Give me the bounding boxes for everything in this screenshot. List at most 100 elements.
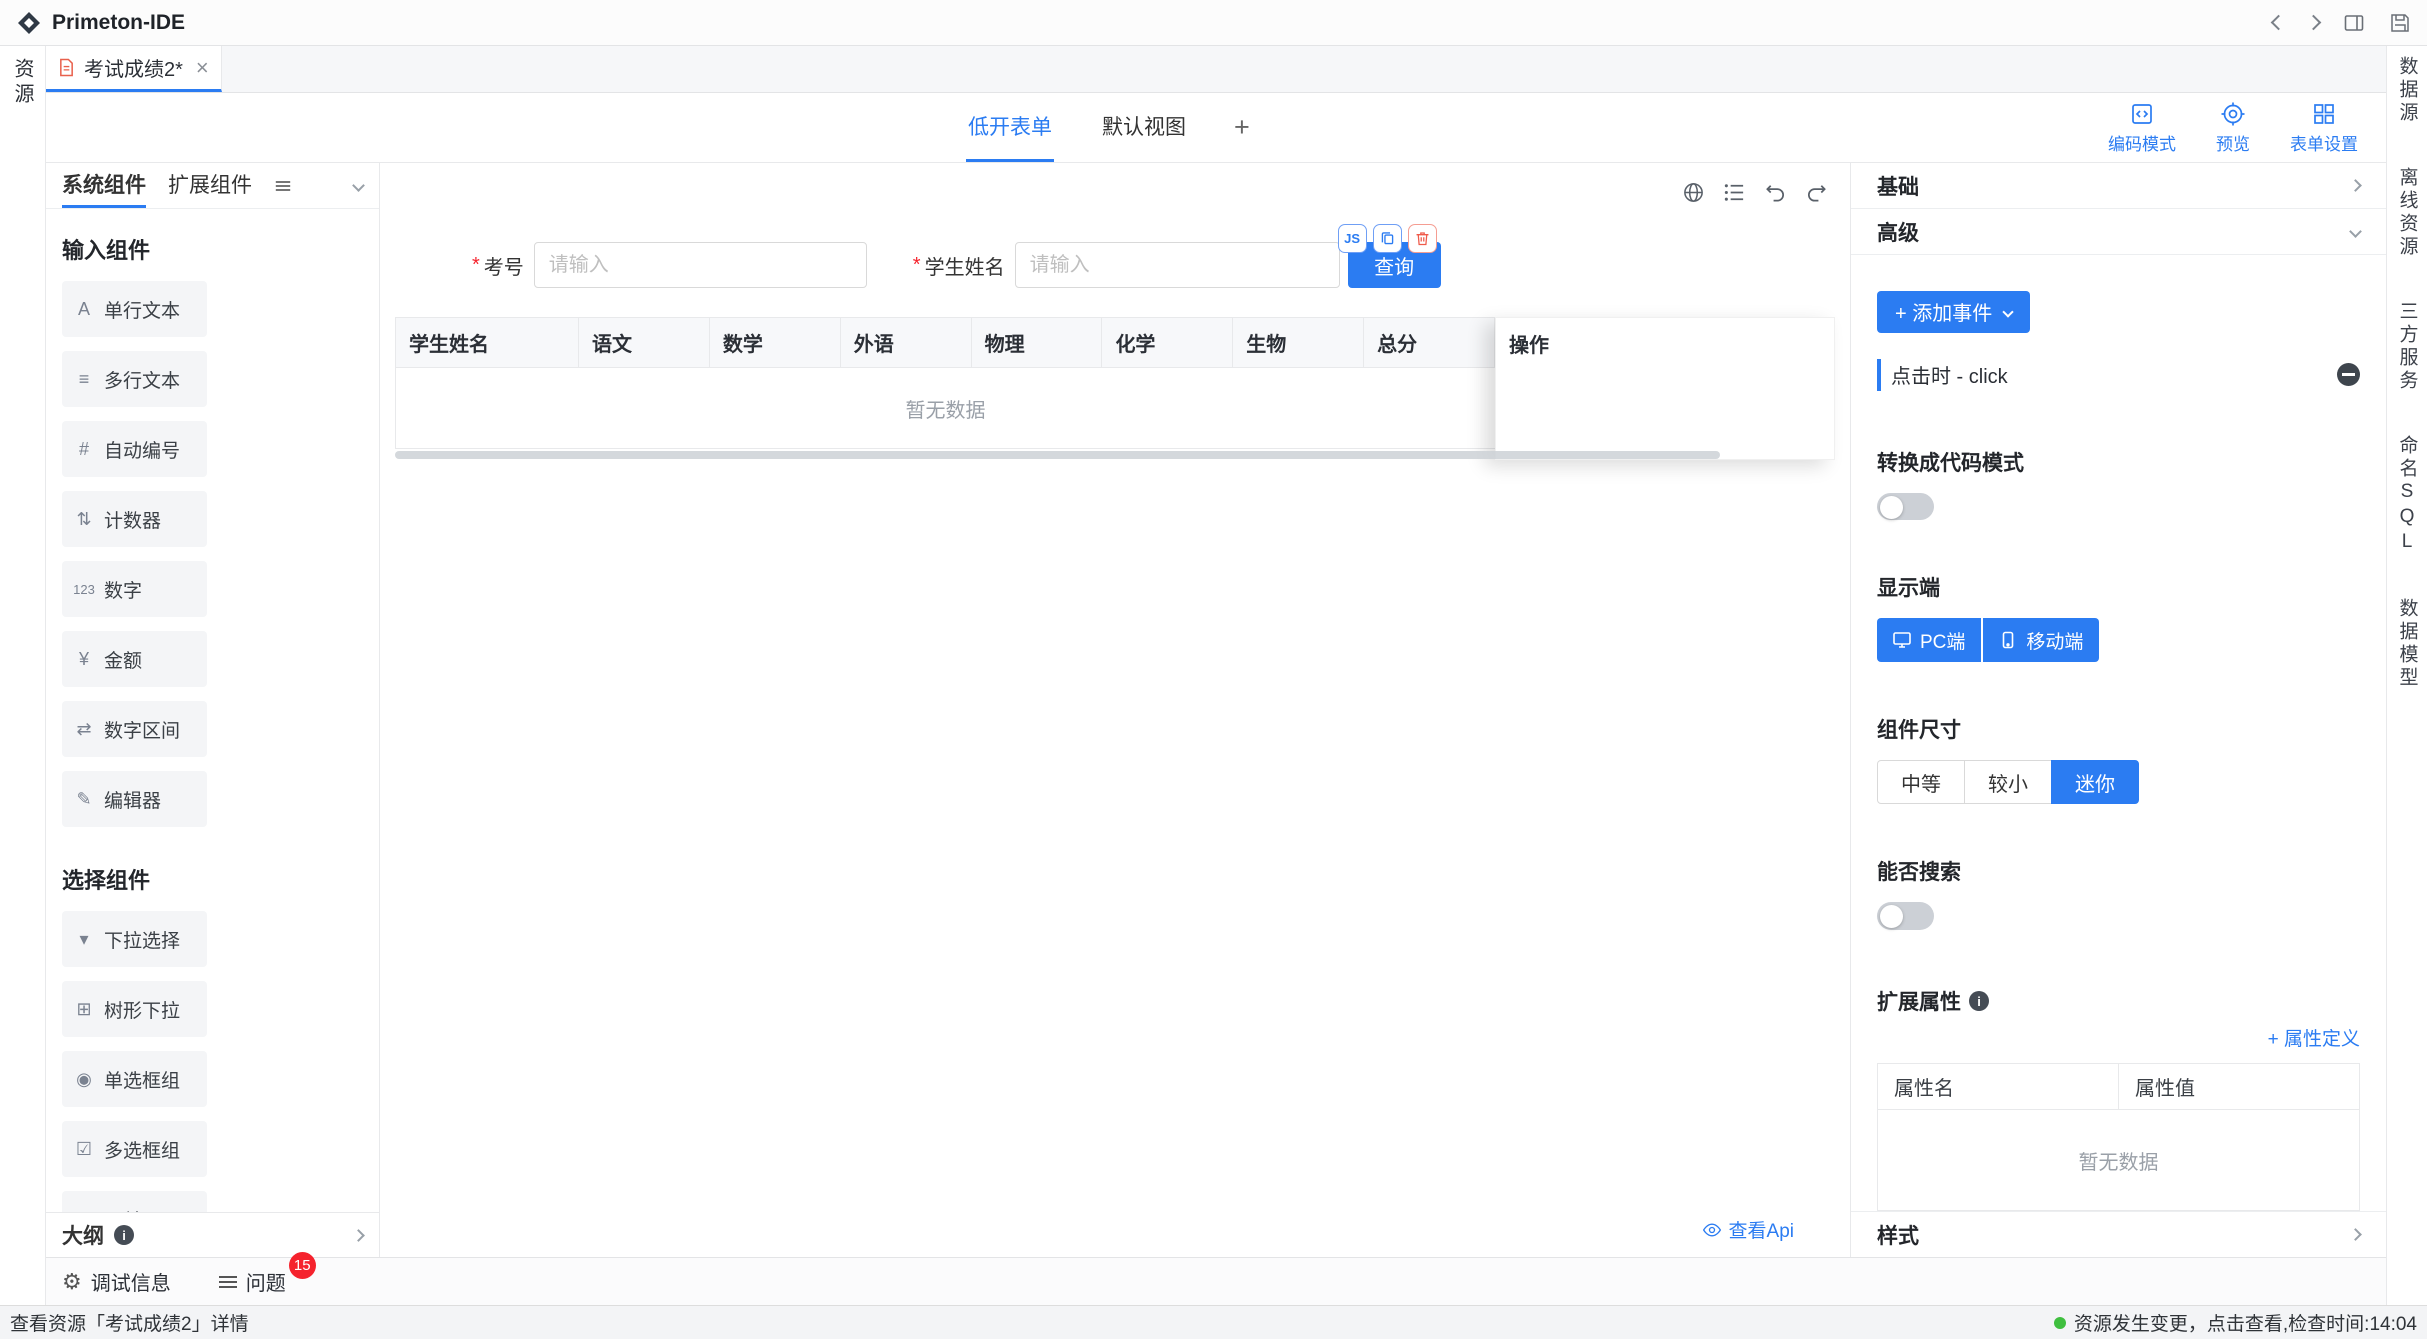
col-student-name[interactable]: 学生姓名 [396,318,579,367]
col-math[interactable]: 数学 [710,318,841,367]
component-item-editor[interactable]: ✎编辑器 [62,771,207,827]
component-item-amount[interactable]: ¥金额 [62,631,207,687]
add-view-button[interactable]: + [1234,93,1250,162]
component-item-counter[interactable]: ⇅计数器 [62,491,207,547]
attributes-table: 属性名 属性值 暂无数据 [1877,1063,2360,1211]
student-name-input[interactable] [1015,242,1340,288]
resource-changed-dot-icon [2054,1317,2066,1329]
display-mobile-button[interactable]: 移动端 [1983,618,2099,662]
chevron-right-icon [2349,179,2362,192]
component-item-tree-dropdown[interactable]: ⊞树形下拉 [62,981,207,1037]
globe-icon[interactable] [1682,181,1705,204]
table-body: 暂无数据 [396,368,1495,448]
dock-item-data-model[interactable]: 数据模型 [2394,598,2421,690]
form-settings-button[interactable]: 表单设置 [2290,101,2358,155]
code-mode-icon [2129,101,2155,127]
tab-extended-components[interactable]: 扩展组件 [168,163,252,208]
redo-icon[interactable] [1805,181,1828,204]
view-tab-default-view[interactable]: 默认视图 [1100,93,1188,162]
col-operation-label: 操作 [1496,318,1834,368]
status-left-text[interactable]: 查看资源「考试成绩2」详情 [10,1309,249,1336]
extended-attrs-info-icon [1969,991,1989,1011]
document-icon [58,58,75,77]
component-item-multi-text[interactable]: ≡多行文本 [62,351,207,407]
outline-footer[interactable]: 大纲 [46,1212,379,1257]
nav-back-icon[interactable] [2271,15,2287,31]
copy-icon[interactable] [1373,224,1402,253]
component-item-checkbox-group[interactable]: ☑多选框组 [62,1121,207,1177]
component-menu-icon[interactable] [276,180,290,191]
tab-close-icon[interactable] [196,57,209,79]
view-tab-lowcode-form[interactable]: 低开表单 [966,93,1054,162]
col-chinese[interactable]: 语文 [579,318,710,367]
counter-icon: ⇅ [72,509,96,530]
col-chemistry[interactable]: 化学 [1102,318,1233,367]
event-item-click[interactable]: 点击时 - click [1877,355,2360,395]
amount-icon: ¥ [72,649,96,670]
outline-tree-icon[interactable] [1723,181,1746,204]
dock-item-offline-resources[interactable]: 离线资源 [2394,167,2421,259]
nav-forward-icon[interactable] [2306,15,2322,31]
document-tab-label: 考试成绩2* [84,53,183,82]
component-item-radio-group[interactable]: ◉单选框组 [62,1051,207,1107]
searchable-toggle[interactable] [1877,902,1934,930]
undo-icon[interactable] [1764,181,1787,204]
col-physics[interactable]: 物理 [972,318,1103,367]
display-pc-button[interactable]: PC端 [1877,618,1981,662]
define-attribute-link[interactable]: + 属性定义 [2268,1024,2360,1051]
extended-attrs-label: 扩展属性 [1877,986,1961,1016]
outline-expand-icon[interactable] [352,1229,365,1242]
components-panel: 系统组件 扩展组件 输入组件 A单行文本 ≡多行文本 #自动编号 ⇅计数器 12… [46,163,380,1257]
save-icon[interactable] [2389,12,2411,34]
section-style[interactable]: 样式 [1851,1211,2386,1257]
component-item-single-text[interactable]: A单行文本 [62,281,207,337]
debug-info-button[interactable]: ⚙ 调试信息 [62,1267,171,1296]
component-item-dropdown[interactable]: ▾下拉选择 [62,911,207,967]
status-right-text[interactable]: 资源发生变更，点击查看,检查时间:14:04 [2074,1309,2417,1336]
form-design-canvas[interactable]: * 考号 * 学生姓名 查询 JS [380,163,1850,1257]
display-target-label: 显示端 [1877,572,1940,602]
dock-item-named-sql[interactable]: 命名SQL [2394,435,2421,556]
chevron-right-icon [2349,1228,2362,1241]
outline-info-icon [114,1225,134,1245]
exam-no-input[interactable] [534,242,867,288]
remove-event-icon[interactable] [2337,363,2360,386]
dock-item-datasource[interactable]: 数据源 [2394,56,2421,125]
layout-panel-icon[interactable] [2343,12,2365,34]
tab-system-components[interactable]: 系统组件 [62,163,146,208]
add-event-button[interactable]: + 添加事件 [1877,291,2030,333]
dock-item-resources[interactable]: 资源 [8,58,37,1305]
col-total[interactable]: 总分 [1364,318,1495,367]
js-action-badge[interactable]: JS [1338,224,1367,253]
size-option-small[interactable]: 较小 [1964,760,2052,804]
code-mode-button[interactable]: 编码模式 [2108,101,2176,155]
section-basic[interactable]: 基础 [1851,163,2386,209]
view-api-link[interactable]: 查看Api [1702,1216,1794,1243]
editor-icon: ✎ [72,789,96,810]
section-advanced[interactable]: 高级 [1851,209,2386,255]
preview-button[interactable]: 预览 [2216,101,2250,155]
app-title: Primeton-IDE [52,11,185,35]
component-item-number[interactable]: 123数字 [62,561,207,617]
document-tab-strip: 考试成绩2* [46,46,2386,93]
component-item-auto-number[interactable]: #自动编号 [62,421,207,477]
delete-icon[interactable] [1408,224,1437,253]
size-option-mini[interactable]: 迷你 [2051,760,2139,804]
col-foreign-language[interactable]: 外语 [841,318,972,367]
horizontal-scrollbar[interactable] [395,451,1720,459]
col-biology[interactable]: 生物 [1233,318,1364,367]
components-list: 输入组件 A单行文本 ≡多行文本 #自动编号 ⇅计数器 123数字 ¥金额 ⇄数… [46,209,379,1212]
component-size-label: 组件尺寸 [1877,714,1961,744]
collapse-panel-icon[interactable] [352,179,365,192]
dock-item-third-party-services[interactable]: 三方服务 [2394,301,2421,393]
code-mode-toggle[interactable] [1877,493,1934,521]
attr-name-header: 属性名 [1878,1064,2119,1109]
chevron-down-icon [2003,306,2014,317]
size-option-medium[interactable]: 中等 [1877,760,1965,804]
component-item-number-range[interactable]: ⇄数字区间 [62,701,207,757]
problems-button[interactable]: 问题 15 [219,1267,286,1296]
component-item-switch[interactable]: ⊶开关 [62,1191,207,1212]
required-asterisk: * [913,254,921,277]
document-tab-active[interactable]: 考试成绩2* [46,46,222,92]
col-operation-selected[interactable]: 操作 [1495,317,1835,460]
